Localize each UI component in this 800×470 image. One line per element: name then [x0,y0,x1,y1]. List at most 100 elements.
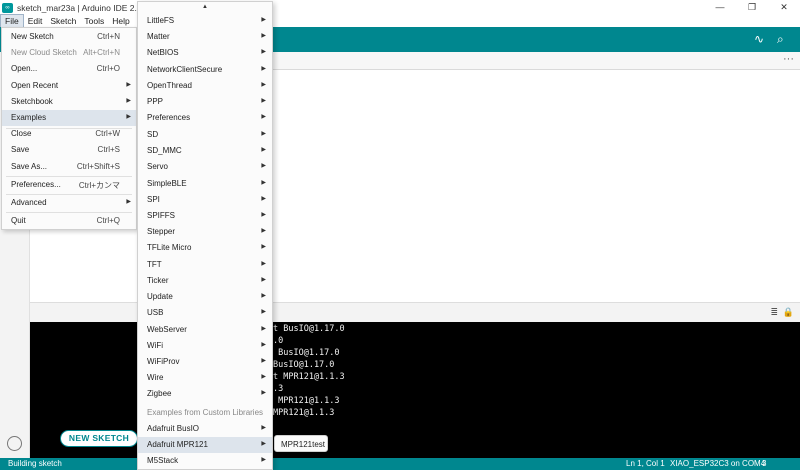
menu-item-preferences[interactable]: Preferences... Ctrl+カンマ [2,177,136,193]
menu-item-shortcut: Ctrl+O [96,64,120,73]
menu-item-quit[interactable]: Quit Ctrl+Q [2,213,136,229]
menu-item-shortcut: Ctrl+Shift+S [76,162,120,171]
window-controls: — ❐ ✕ [704,0,800,15]
minimize-button[interactable]: — [704,0,736,15]
example-item-matter[interactable]: Matter ▶ [138,29,272,45]
example-item-update[interactable]: Update ▶ [138,289,272,305]
more-icon[interactable]: ··· [783,53,794,65]
example-item-sd-mmc[interactable]: SD_MMC ▶ [138,143,272,159]
example-item-networkclientsecure[interactable]: NetworkClientSecure ▶ [138,62,272,78]
cursor-position: Ln 1, Col 1 [626,459,665,468]
notifications-count[interactable]: 3 [762,459,766,468]
example-label: NetworkClientSecure [147,65,223,74]
example-item-webserver[interactable]: WebServer ▶ [138,322,272,338]
console-line: MPR121@1.1.3 [273,408,335,418]
submenu-arrow-icon: ▶ [261,114,266,120]
example-item-usb[interactable]: USB ▶ [138,305,272,321]
example-label: SD [147,130,159,139]
menu-sketch[interactable]: Sketch [46,15,80,27]
example-label: SimpleBLE [147,179,187,188]
menu-help[interactable]: Help [108,15,133,27]
example-item-tflite-micro[interactable]: TFLite Micro ▶ [138,240,272,256]
example-label: M5Stack [147,456,179,465]
menu-item-label: Sketchbook [11,97,53,106]
example-item-spiffs[interactable]: SPIFFS ▶ [138,208,272,224]
menu-item-label: Examples [11,113,47,122]
example-item-m5stack[interactable]: M5Stack ▶ [138,453,272,469]
menu-item-save[interactable]: Save Ctrl+S [2,142,136,158]
menu-tools[interactable]: Tools [80,15,108,27]
menu-item-label: Advanced [11,198,47,207]
board-port-status[interactable]: XIAO_ESP32C3 on COM4 [670,459,765,468]
example-label: LittleFS [147,16,175,25]
example-item-spi[interactable]: SPI ▶ [138,192,272,208]
example-item-wifi[interactable]: WiFi ▶ [138,338,272,354]
submenu-arrow-icon: ▶ [261,131,266,137]
serial-plotter-icon[interactable]: ∿ [754,32,764,46]
example-item-sd[interactable]: SD ▶ [138,127,272,143]
example-item-adafruit-busio[interactable]: Adafruit BusIO ▶ [138,421,272,437]
new-sketch-button[interactable]: NEW SKETCH [60,430,138,447]
example-item-preferences[interactable]: Preferences ▶ [138,110,272,126]
submenu-arrow-icon: ▶ [126,114,131,120]
console-line: BusIO@1.17.0 [273,360,335,370]
lock-icon[interactable]: 🔒 [783,307,794,318]
mpr121test-submenu[interactable]: MPR121test [274,435,328,452]
example-item-servo[interactable]: Servo ▶ [138,159,272,175]
menu-item-open[interactable]: Open... Ctrl+O [2,61,136,77]
menu-item-examples[interactable]: Examples ▶ [2,110,136,126]
console-line: t BusIO@1.17.0 [273,324,345,334]
menu-item-new-cloud-sketch[interactable]: New Cloud Sketch Alt+Ctrl+N [2,45,136,61]
submenu-arrow-icon: ▶ [261,33,266,39]
menu-item-label: Open Recent [11,81,59,90]
submenu-arrow-icon: ▶ [261,212,266,218]
account-icon[interactable] [7,436,22,451]
menu-edit[interactable]: Edit [24,15,47,27]
example-item-wifiprov[interactable]: WiFiProv ▶ [138,354,272,370]
custom-libraries-header: Examples from Custom Libraries [138,405,272,421]
title-bar: ∞ sketch_mar23a | Arduino IDE 2.3.3 — ❐ … [0,0,800,15]
example-item-openthread[interactable]: OpenThread ▶ [138,78,272,94]
submenu-arrow-icon: ▶ [261,244,266,250]
menu-file[interactable]: File [0,14,24,28]
close-button[interactable]: ✕ [768,0,800,15]
serial-monitor-icon[interactable]: ⌕ [777,32,784,47]
submenu-arrow-icon: ▶ [261,66,266,72]
menu-item-new-sketch[interactable]: New Sketch Ctrl+N [2,29,136,45]
menu-item-close[interactable]: Close Ctrl+W [2,126,136,142]
example-item-wire[interactable]: Wire ▶ [138,370,272,386]
example-item-simpleble[interactable]: SimpleBLE ▶ [138,176,272,192]
example-item-zigbee[interactable]: Zigbee ▶ [138,386,272,402]
menu-item-advanced[interactable]: Advanced ▶ [2,195,136,211]
maximize-button[interactable]: ❐ [736,0,768,15]
example-label: WebServer [147,325,187,334]
menu-item-open-recent[interactable]: Open Recent ▶ [2,78,136,94]
example-item-ppp[interactable]: PPP ▶ [138,94,272,110]
submenu-arrow-icon: ▶ [261,374,266,380]
submenu-arrow-icon: ▶ [261,326,266,332]
example-label: Ticker [147,276,169,285]
menu-item-sketchbook[interactable]: Sketchbook ▶ [2,94,136,110]
submenu-arrow-icon: ▶ [261,457,266,463]
menu-item-save-as[interactable]: Save As... Ctrl+Shift+S [2,159,136,175]
menu-bar: File Edit Sketch Tools Help [0,14,800,28]
menu-item-label: Open... [11,64,38,73]
example-item-netbios[interactable]: NetBIOS ▶ [138,45,272,61]
menu-item-shortcut: Ctrl+S [97,145,120,154]
example-item-stepper[interactable]: Stepper ▶ [138,224,272,240]
example-label: Zigbee [147,389,172,398]
example-label: Update [147,292,173,301]
clear-output-icon[interactable]: ≣ [770,307,778,318]
example-item-ticker[interactable]: Ticker ▶ [138,273,272,289]
menu-item-mpr121test[interactable]: MPR121test [281,440,325,449]
example-item-littlefs[interactable]: LittleFS ▶ [138,13,272,29]
example-label: NetBIOS [147,48,179,57]
submenu-arrow-icon: ▶ [261,277,266,283]
scroll-up-icon[interactable]: ▲ [202,4,208,10]
submenu-arrow-icon: ▶ [261,228,266,234]
example-item-adafruit-mpr121[interactable]: Adafruit MPR121 ▶ [138,437,272,453]
menu-item-shortcut: Ctrl+W [95,129,120,138]
menu-item-shortcut: Ctrl+カンマ [78,181,120,190]
example-item-tft[interactable]: TFT ▶ [138,257,272,273]
example-label: SPIFFS [147,211,176,220]
